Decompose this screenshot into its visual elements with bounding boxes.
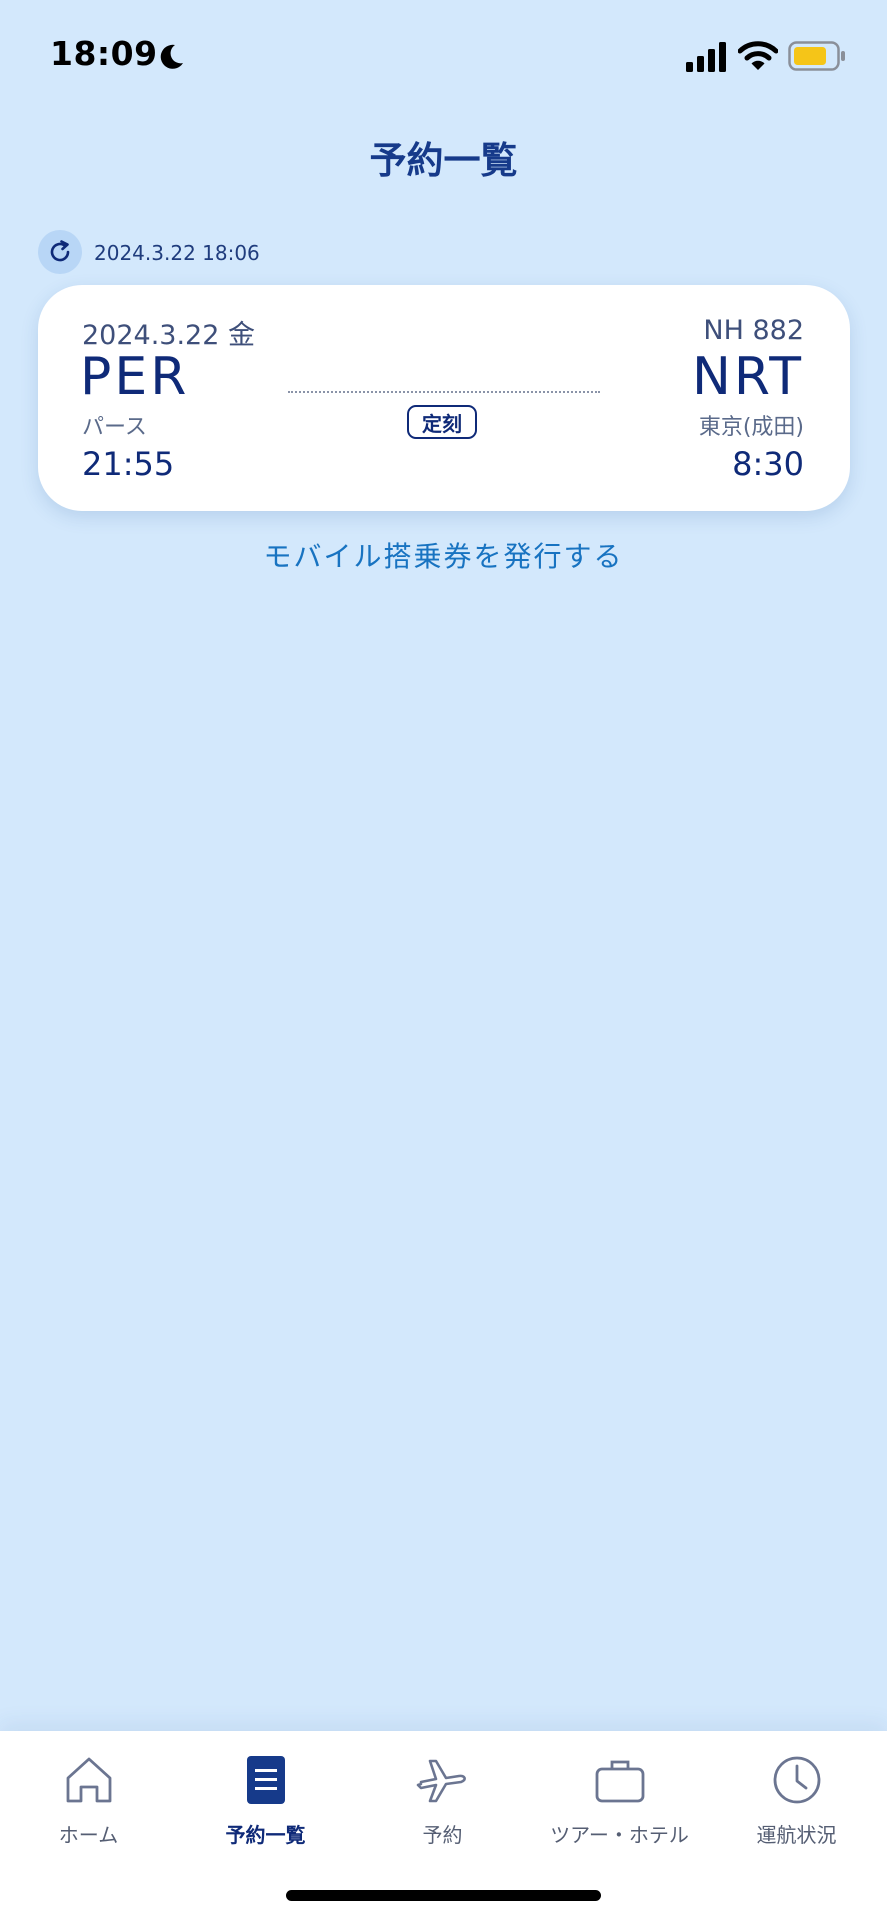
tab-home[interactable]: ホーム bbox=[0, 1731, 177, 1861]
issue-boarding-pass-link[interactable]: モバイル搭乗券を発行する bbox=[0, 535, 887, 575]
flight-number: NH 882 bbox=[703, 315, 804, 346]
tab-label: 予約 bbox=[422, 1823, 463, 1847]
route-line bbox=[288, 391, 600, 393]
tab-flight-status[interactable]: 運航状況 bbox=[708, 1731, 885, 1861]
moon-icon bbox=[160, 44, 183, 69]
departure-time: 21:55 bbox=[82, 445, 175, 483]
departure-city: パース bbox=[82, 415, 147, 440]
status-time: 18:09 bbox=[50, 34, 158, 73]
flight-card[interactable]: 2024.3.22 金 NH 882 PER NRT パース 東京(成田) 21… bbox=[38, 285, 850, 511]
tab-label: 予約一覧 bbox=[225, 1823, 306, 1847]
flight-status-badge: 定刻 bbox=[407, 405, 477, 439]
briefcase-icon bbox=[595, 1760, 644, 1803]
tab-tour-hotel[interactable]: ツアー・ホテル bbox=[531, 1731, 708, 1861]
tab-label: ホーム bbox=[58, 1823, 119, 1847]
refresh-button[interactable] bbox=[38, 230, 82, 274]
signal-icon bbox=[686, 42, 726, 72]
arrival-airport-code: NRT bbox=[691, 347, 804, 407]
tab-reservation-list[interactable]: 予約一覧 bbox=[177, 1731, 354, 1861]
last-updated-time: 2024.3.22 18:06 bbox=[94, 241, 260, 265]
airplane-icon bbox=[416, 1759, 466, 1803]
home-indicator bbox=[286, 1890, 601, 1901]
clock-icon bbox=[773, 1756, 820, 1804]
list-icon bbox=[246, 1756, 285, 1804]
tab-label: 運航状況 bbox=[756, 1823, 837, 1847]
arrival-time: 8:30 bbox=[732, 445, 804, 483]
wifi-icon bbox=[738, 41, 778, 70]
battery-icon bbox=[788, 41, 845, 71]
refresh-icon bbox=[50, 240, 70, 262]
tab-booking[interactable]: 予約 bbox=[354, 1731, 531, 1861]
home-icon bbox=[66, 1757, 111, 1803]
page-title: 予約一覧 bbox=[369, 139, 518, 182]
arrival-city: 東京(成田) bbox=[698, 415, 804, 440]
tab-label: ツアー・ホテル bbox=[550, 1823, 689, 1847]
departure-airport-code: PER bbox=[80, 347, 190, 407]
